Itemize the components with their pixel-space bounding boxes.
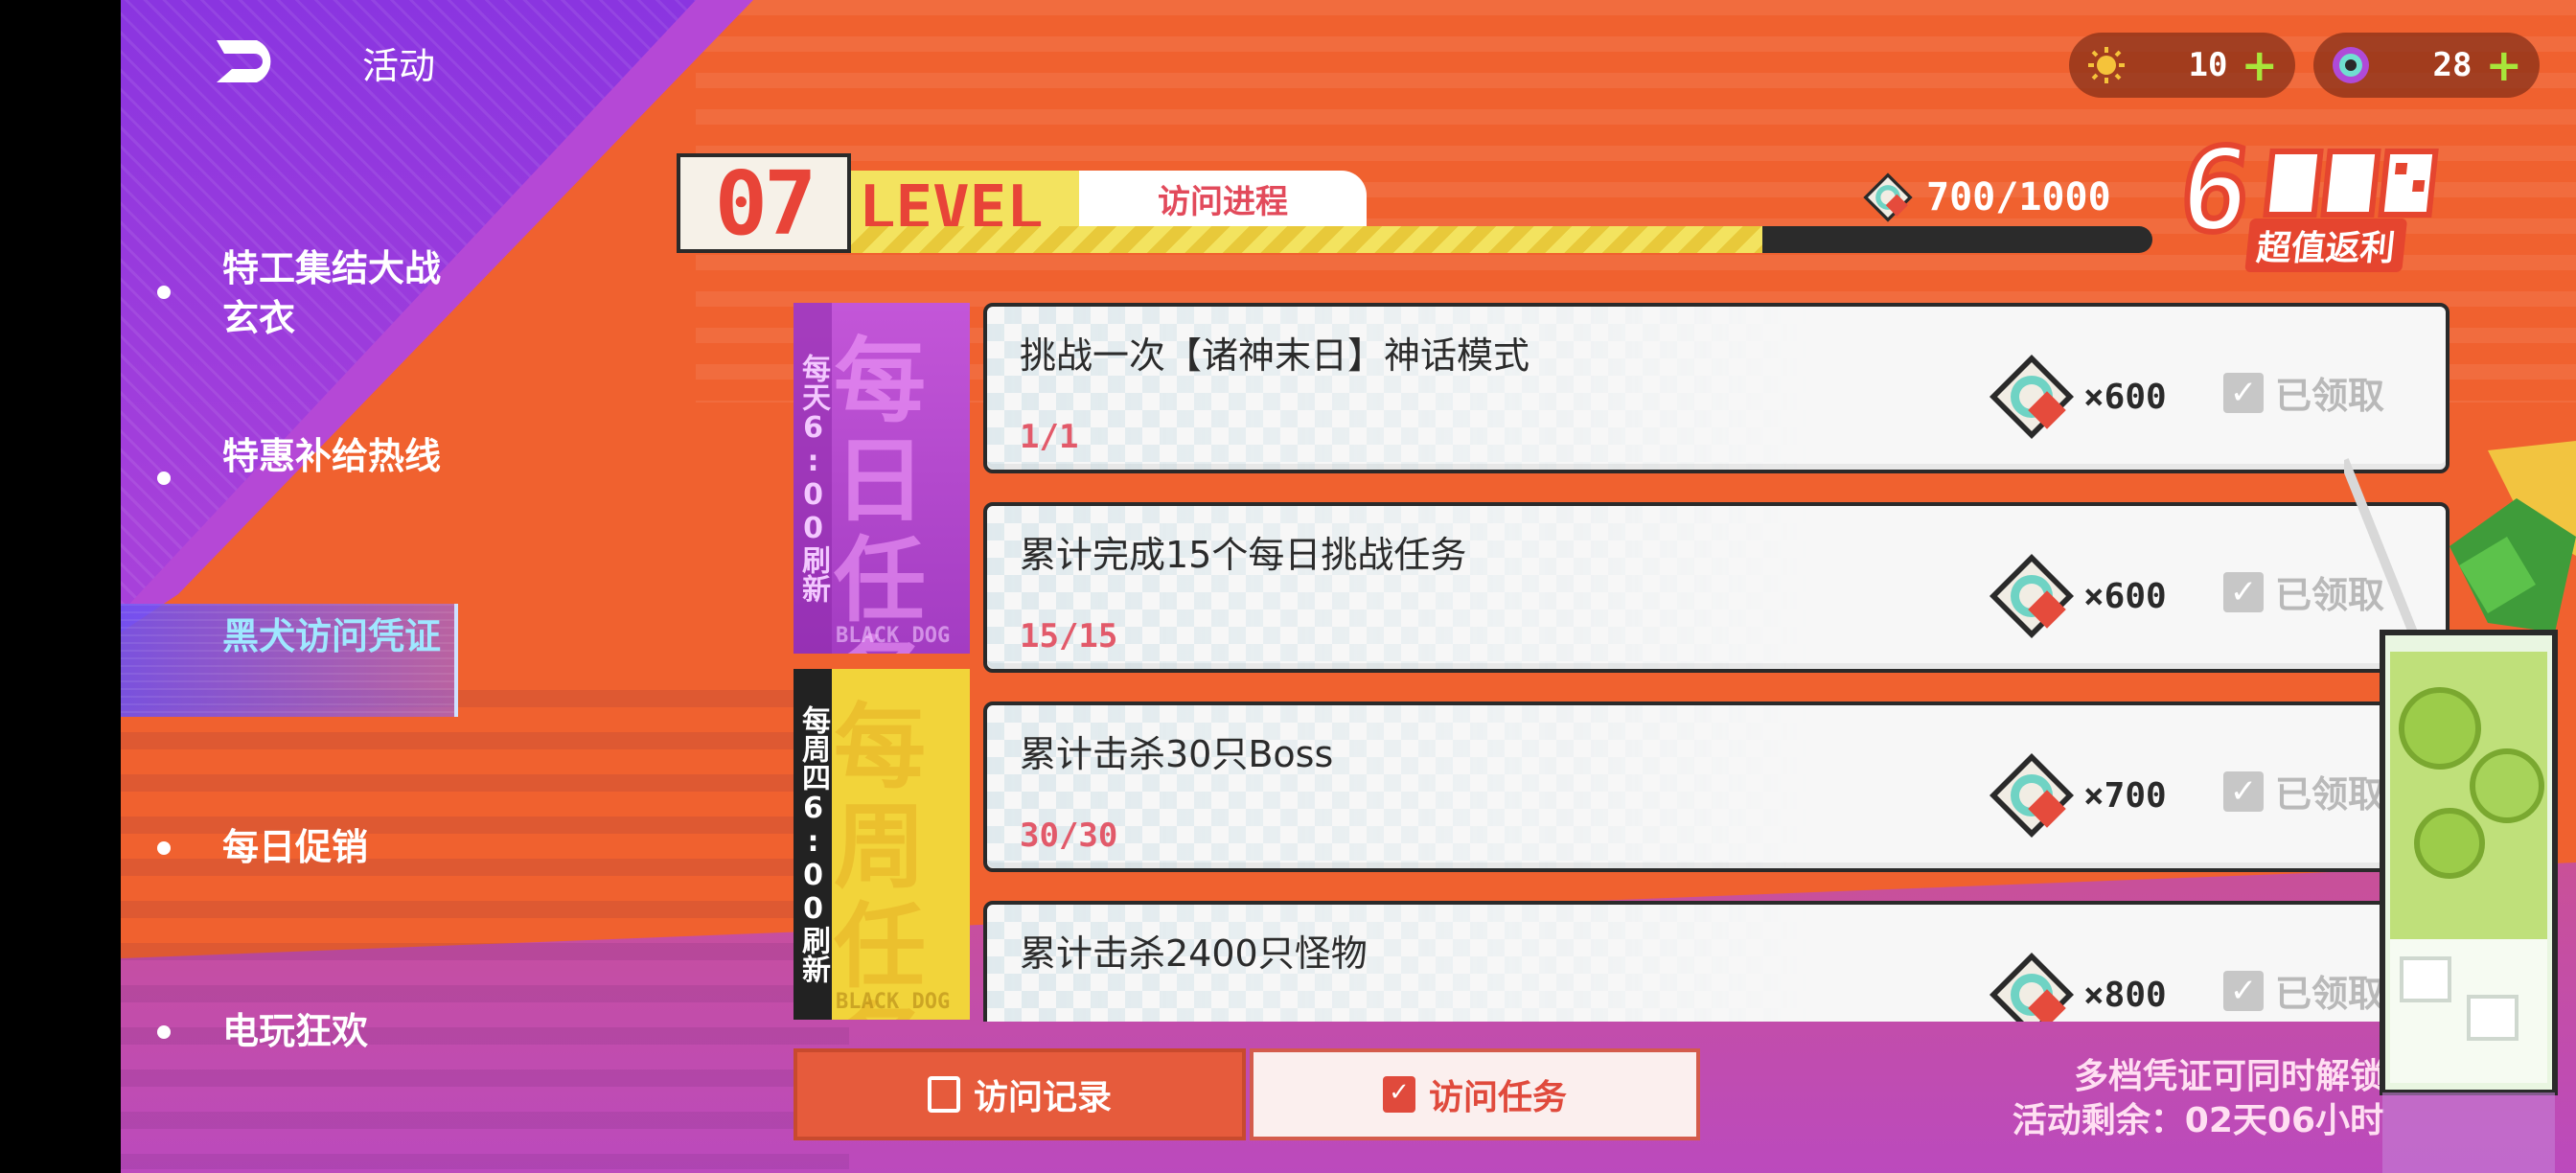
reward-quantity: ×800 [2083,975,2167,1015]
weekly-task-title: 每周任务 [834,694,926,1020]
pass-coin-icon [1863,172,1913,222]
add-sun-token-icon[interactable]: + [2241,43,2278,87]
add-eye-token-icon[interactable]: + [2485,43,2522,87]
task-card: 挑战一次【诸神末日】神话模式 1/1 ×600 ✓ 已领取 [983,303,2450,473]
progress-count-text: 700/1000 [1926,175,2111,219]
mojito-drink-illustration [2344,441,2576,1173]
level-number-badge: 07 [677,152,851,255]
game-screen: 活动 10 + 28 + 特工集结大战玄衣 特惠补给热线 黑犬访问凭证 每日促销… [121,0,2576,1173]
back-arrow-icon [217,40,271,82]
page-title: 活动 [362,45,436,87]
task-reward: ×600 [1986,351,2167,443]
sidebar-item-label: 黑犬访问凭证 [222,615,442,657]
sun-token-count: 10 [2188,46,2228,84]
rebate-logo-six: 6 [2171,122,2260,261]
currency-eye-token[interactable]: 28 + [2313,33,2540,98]
task-list[interactable]: 挑战一次【诸神末日】神话模式 1/1 ×600 ✓ 已领取 累计完成15个每日挑… [983,303,2450,1022]
weekly-brand-text: BLACK DOG [836,990,951,1014]
tab-visit-task[interactable]: ✓ 访问任务 [1250,1048,1700,1140]
claimed-label: 已领取 [2275,375,2385,417]
level-progress-fill [851,226,1762,253]
sidebar-item-label: 每日促销 [222,826,369,868]
task-progress: 30/30 [1020,816,1118,855]
daily-task-title: 每日任务 [834,328,926,654]
bullet-dot [157,841,171,855]
task-progress: 15/15 [1020,617,1118,656]
unlock-note: 多档凭证可同时解锁 [2073,1057,2384,1096]
reward-quantity: ×700 [2083,775,2167,816]
tab-visit-record[interactable]: 访问记录 [794,1048,1246,1140]
task-reward: ×700 [1986,749,2167,841]
pass-coin-icon [1990,355,2074,439]
progress-label: 访问进程 [1079,171,1367,226]
claimed-status: ✓ 已领取 [2223,366,2384,419]
level-progress-bar [851,226,2152,253]
currency-sun-token[interactable]: 10 + [2069,33,2295,98]
sun-token-icon [2088,47,2125,83]
task-title: 累计击杀30只Boss [1020,733,1334,775]
task-title: 累计击杀2400只怪物 [1020,932,1368,975]
task-title: 累计完成15个每日挑战任务 [1020,534,1467,576]
bullet-dot [157,286,171,299]
record-list-icon [927,1076,960,1113]
sidebar-item-arcade-carnival[interactable]: 电玩狂欢 [121,1006,619,1060]
task-card: 累计完成15个每日挑战任务 15/15 ×600 ✓ 已领取 [983,502,2450,673]
daily-refresh-note: 每天6:00刷新 [794,303,832,654]
reward-quantity: ×600 [2083,576,2167,616]
sidebar-item-label: 特工集结大战玄衣 [222,247,442,339]
rebate-logo-subtitle: 超值返利 [2244,218,2408,272]
daily-task-category: 每天6:00刷新 每日任务 BLACK DOG [794,303,970,654]
sidebar-item-label: 电玩狂欢 [222,1010,369,1052]
weekly-refresh-note: 每周四6:00刷新 [794,669,832,1020]
pass-coin-icon [1990,753,2074,838]
checkmark-icon: ✓ [2223,571,2264,612]
checkmark-icon: ✓ [2223,970,2264,1011]
weekly-task-category: 每周四6:00刷新 每周任务 BLACK DOG [794,669,970,1020]
sidebar-item-black-dog-pass[interactable]: 黑犬访问凭证 [121,604,458,717]
bullet-dot [157,1025,171,1039]
eye-token-icon [2333,47,2369,83]
task-title: 挑战一次【诸神末日】神话模式 [1020,334,1530,377]
task-check-icon: ✓ [1382,1076,1415,1113]
task-card: 累计击杀2400只怪物 ×800 ✓ 已领取 [983,901,2450,1022]
sidebar-item-agent-assembly[interactable]: 特工集结大战玄衣 [121,243,619,349]
event-time-remaining: 活动剩余：02天06小时 [2012,1101,2384,1140]
sidebar-item-label: 特惠补给热线 [222,435,442,477]
tab-label: 访问记录 [973,1078,1112,1117]
pass-coin-icon [1990,953,2074,1022]
sidebar-item-daily-sale[interactable]: 每日促销 [121,822,619,876]
super-rebate-logo[interactable]: 6 超值返利 [2171,122,2474,272]
rebate-logo-glyphs [2263,149,2439,218]
task-reward: ×600 [1986,550,2167,642]
back-button[interactable] [213,36,286,86]
pass-coin-icon [1990,554,2074,638]
task-progress: 1/1 [1020,418,1079,456]
eye-token-count: 28 [2432,46,2472,84]
bullet-dot [157,472,171,485]
task-card: 累计击杀30只Boss 30/30 ×700 ✓ 已领取 [983,702,2450,872]
checkmark-icon: ✓ [2223,372,2264,413]
reward-quantity: ×600 [2083,377,2167,417]
checkmark-icon: ✓ [2223,770,2264,812]
daily-brand-text: BLACK DOG [836,624,951,648]
sidebar-item-supply-hotline[interactable]: 特惠补给热线 [121,431,619,537]
progress-counter: 700/1000 [1861,171,2111,224]
tab-label: 访问任务 [1428,1078,1567,1117]
background-code-lines [121,690,849,1169]
task-reward: ×800 [1986,949,2167,1022]
